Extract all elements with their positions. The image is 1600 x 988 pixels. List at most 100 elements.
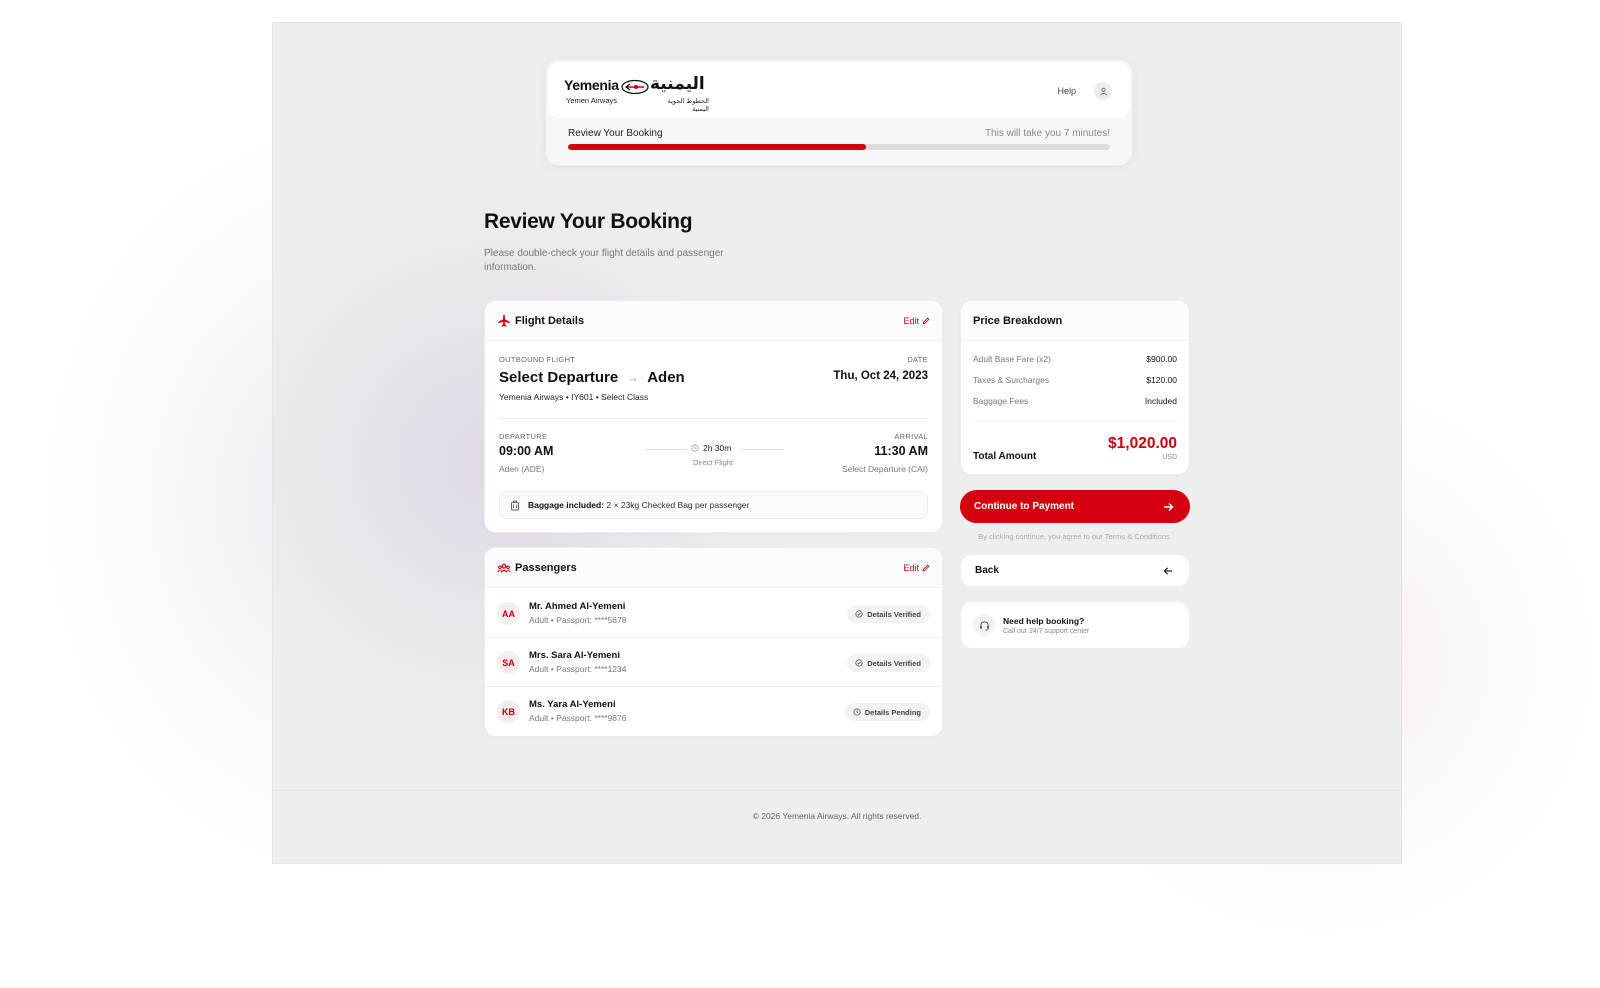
check-circle-icon [855, 610, 863, 618]
route-arrow-icon: → [626, 370, 640, 385]
footer-copyright: © 2026 Yemenia Airways. All rights reser… [752, 811, 922, 821]
user-avatar[interactable] [1094, 82, 1112, 100]
logo-text-ar: اليمنية [650, 74, 705, 94]
flight-summary: Yemenia Airways • IY601 • Select Class [499, 392, 649, 402]
logo-emblem-icon [621, 79, 649, 95]
duration-line-right [742, 449, 784, 450]
header-bar: Yemenia Yemen Airways اليمنية الخطوط الج… [548, 62, 1130, 118]
duration-value: 2h 30m [703, 443, 732, 453]
passenger-meta: Adult • Passport: ****1234 [529, 664, 627, 674]
progress-label: Review Your Booking [568, 128, 663, 139]
passenger-name: Mr. Ahmed Al-Yemeni [529, 601, 626, 612]
price-breakdown-header: Price Breakdown [961, 301, 1189, 341]
status-text: Details Verified [867, 658, 921, 668]
progress-bar-fill [568, 144, 867, 150]
price-breakdown-title: Price Breakdown [973, 315, 1063, 327]
arrow-left-icon [1163, 566, 1173, 575]
departure-label: DEPARTURE [499, 432, 548, 441]
baggage-text: Baggage included: 2 × 23kg Checked Bag p… [528, 500, 749, 510]
price-row: Adult Base Fare (x2) $900.00 [973, 354, 1177, 364]
back-button[interactable]: Back [960, 554, 1190, 587]
date-label: DATE [907, 355, 928, 364]
clock-icon [853, 708, 861, 716]
logo-subtext-ar: الخطوط الجوية اليمنية [667, 97, 709, 113]
status-badge: Details Verified [847, 605, 930, 623]
status-text: Details Pending [864, 707, 921, 717]
page-subtitle: Please double-check your flight details … [484, 248, 724, 273]
passenger-row[interactable]: AA Mr. Ahmed Al-Yemeni Adult • Passport:… [485, 589, 942, 638]
passengers-title: Passengers [515, 562, 577, 574]
flight-date: Thu, Oct 24, 2023 [833, 370, 928, 382]
arrival-label: ARRIVAL [894, 432, 928, 441]
help-link[interactable]: Help [1057, 86, 1076, 96]
help-subtitle: Call our 24/7 support center [1003, 628, 1090, 635]
check-circle-icon [855, 659, 863, 667]
continue-to-payment-label: Continue to Payment [974, 501, 1075, 512]
help-title: Need help booking? [1003, 616, 1085, 626]
luggage-icon [511, 500, 519, 510]
price-row-label: Baggage Fees [973, 396, 1029, 406]
baggage-value: 2 × 23kg Checked Bag per passenger [606, 500, 750, 510]
price-row: Taxes & Surcharges $120.00 [973, 375, 1177, 385]
flight-type: Direct Flight [693, 458, 734, 467]
edit-passengers-label: Edit [903, 563, 919, 573]
arrow-right-icon [1164, 502, 1174, 511]
price-breakdown-card: Price Breakdown Adult Base Fare (x2) $90… [960, 300, 1190, 475]
help-card[interactable]: Need help booking? Call our 24/7 support… [960, 601, 1190, 649]
status-badge: Details Verified [847, 654, 930, 672]
passenger-meta: Adult • Passport: ****9876 [529, 713, 627, 723]
flight-details-header: Flight Details Edit [485, 301, 942, 341]
flight-duration: 2h 30m [691, 443, 731, 453]
passenger-avatar: AA [497, 602, 520, 625]
edit-passengers-button[interactable]: Edit [903, 563, 930, 573]
origin-city: Select Departure [499, 369, 619, 386]
pencil-icon [922, 317, 930, 325]
edit-flight-label: Edit [903, 316, 919, 326]
destination-city: Aden [647, 369, 685, 386]
route: Select Departure → Aden [499, 369, 685, 386]
passenger-name: Ms. Yara Al-Yemeni [529, 699, 616, 710]
price-row-label: Adult Base Fare (x2) [973, 354, 1051, 364]
header-card: Yemenia Yemen Airways اليمنية الخطوط الج… [545, 59, 1133, 166]
passenger-name: Mrs. Sara Al-Yemeni [529, 650, 620, 661]
departure-time: 09:00 AM [499, 444, 554, 458]
users-icon [497, 563, 511, 573]
terms-note: By clicking continue, you agree to our T… [978, 532, 1172, 541]
clock-icon [691, 444, 699, 452]
departure-airport: Aden (ADE) [499, 464, 545, 474]
logo-text-en: Yemenia [564, 77, 619, 93]
progress-bar [568, 144, 1110, 150]
plane-icon [498, 314, 510, 327]
price-row: Baggage Fees Included [973, 396, 1177, 406]
passenger-row[interactable]: SA Mrs. Sara Al-Yemeni Adult • Passport:… [485, 638, 942, 687]
outbound-label: OUTBOUND FLIGHT [499, 355, 576, 364]
flight-divider [499, 418, 928, 419]
total-currency: USD [1162, 454, 1177, 461]
duration-line-left [645, 449, 687, 450]
status-text: Details Verified [867, 609, 921, 619]
progress-note: This will take you 7 minutes! [984, 128, 1110, 139]
flight-details-title: Flight Details [515, 315, 585, 327]
passengers-card: Passengers Edit AA Mr. Ahmed Al-Yemeni A… [484, 547, 943, 737]
footer-divider [272, 790, 1402, 791]
continue-to-payment-button[interactable]: Continue to Payment [960, 490, 1190, 523]
passenger-row[interactable]: KB Ms. Yara Al-Yemeni Adult • Passport: … [485, 687, 942, 736]
price-row-value: $120.00 [1146, 375, 1177, 385]
passenger-avatar: KB [497, 700, 520, 723]
price-row-value: Included [1144, 396, 1177, 406]
user-icon [1099, 87, 1107, 95]
total-amount: $1,020.00 [1108, 435, 1177, 452]
passenger-avatar: SA [497, 651, 520, 674]
logo-subtext-en: Yemen Airways [566, 96, 617, 105]
passenger-meta: Adult • Passport: ****5678 [529, 615, 627, 625]
pencil-icon [922, 564, 930, 572]
yemenia-logo[interactable]: Yemenia Yemen Airways اليمنية الخطوط الج… [564, 74, 709, 113]
edit-flight-button[interactable]: Edit [903, 316, 930, 326]
headset-icon [979, 620, 989, 630]
arrival-time: 11:30 AM [874, 444, 928, 458]
total-label: Total Amount [973, 451, 1037, 462]
passengers-header: Passengers Edit [485, 548, 942, 588]
page-title: Review Your Booking [484, 210, 693, 233]
headset-icon-wrap [973, 614, 995, 636]
back-label: Back [975, 565, 999, 576]
